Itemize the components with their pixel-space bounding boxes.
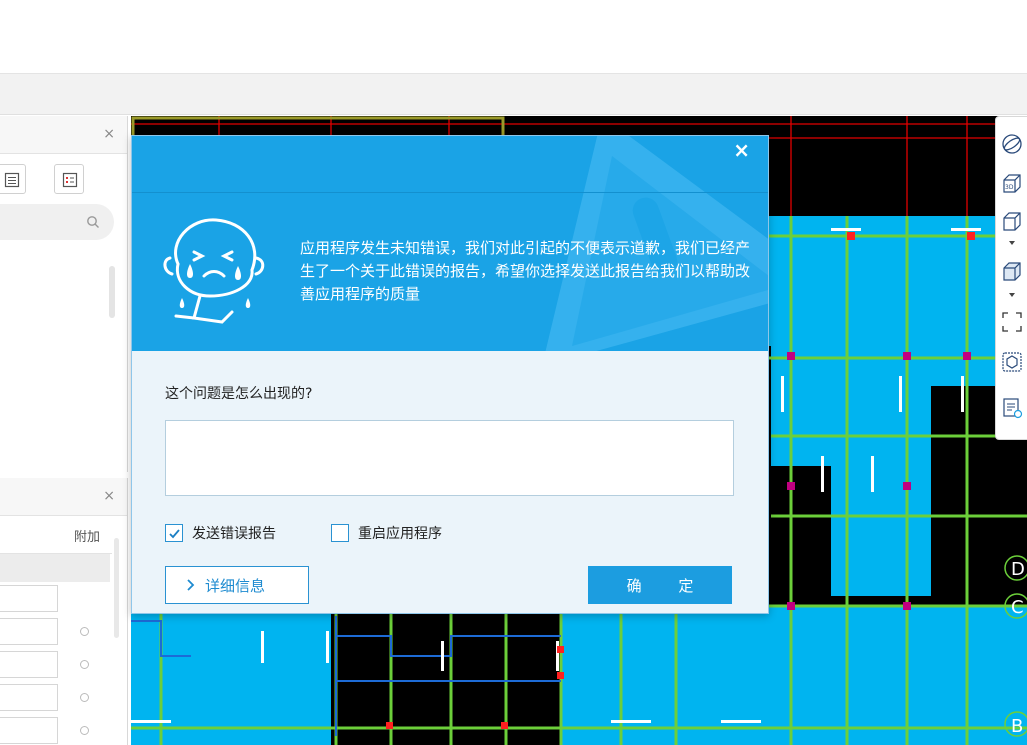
problem-description-input[interactable] [165,420,734,496]
dropdown-arrow-icon[interactable] [1008,239,1016,247]
selection-frame-icon[interactable] [1001,311,1023,333]
attach-radio[interactable] [80,726,89,735]
detail-view-icon[interactable] [54,164,84,194]
axis-label-b: B [1011,716,1023,737]
send-report-label: 发送错误报告 [192,526,276,542]
question-label: 这个问题是怎么出现的? [165,386,313,402]
box-icon[interactable] [1001,351,1023,373]
table-header: 附加 [0,516,112,554]
error-report-dialog: × 应用程序发生未知错误，我们对此引起的不便表示道歉，我们已经产生了一个关于此错… [131,135,769,614]
table-cell-input[interactable] [0,684,58,711]
table-cell-input[interactable] [0,717,58,744]
close-icon[interactable]: × [103,488,115,504]
orbit-icon[interactable] [1001,133,1023,155]
svg-text:3D: 3D [1005,184,1014,191]
column-header-attach: 附加 [73,530,100,545]
close-icon[interactable]: × [103,126,115,142]
view-toolbar: 3D [995,116,1027,440]
left-panel-bottom: × 附加 [0,478,128,745]
panel-header: × [0,116,127,154]
layer-settings-icon[interactable] [1001,397,1023,419]
scrollbar[interactable] [109,266,115,318]
details-button-label: 详细信息 [205,576,266,595]
axis-label-d: D [1011,559,1025,580]
checkbox-checked-icon[interactable] [165,524,183,542]
error-message: 应用程序发生未知错误，我们对此引起的不便表示道歉，我们已经产生了一个关于此错误的… [300,239,751,303]
checkbox-unchecked-icon[interactable] [331,524,349,542]
3d-view-icon[interactable]: 3D [1001,173,1023,195]
dropdown-arrow-icon[interactable] [1008,291,1016,299]
table-cell-input[interactable] [0,651,58,678]
axis-label-c: C [1011,597,1024,618]
crying-mascot-icon [163,218,265,324]
close-icon[interactable]: × [733,138,750,162]
scrollbar[interactable] [114,538,119,638]
left-panel-top: × [0,116,128,472]
restart-app-checkbox[interactable]: 重启应用程序 [331,523,442,543]
cube-solid-icon[interactable] [1001,261,1023,283]
title-bar [0,0,1027,73]
table-group-row [0,554,110,582]
panel-header: × [0,478,127,516]
table-cell-input[interactable] [0,585,58,612]
ok-button[interactable]: 确 定 [588,566,732,604]
cube-view-icon[interactable] [1001,211,1023,233]
ribbon-toolbar [0,73,1027,115]
restart-app-label: 重启应用程序 [358,526,442,542]
search-input[interactable] [0,204,114,240]
header-divider [132,192,768,193]
dialog-header: × 应用程序发生未知错误，我们对此引起的不便表示道歉，我们已经产生了一个关于此错… [132,136,768,351]
send-report-checkbox[interactable]: 发送错误报告 [165,523,276,543]
attach-radio[interactable] [80,693,89,702]
attach-radio[interactable] [80,627,89,636]
table-cell-input[interactable] [0,618,58,645]
list-view-icon[interactable] [0,164,26,194]
details-button[interactable]: 详细信息 [165,566,309,604]
chevron-right-icon [187,579,195,591]
attach-radio[interactable] [80,660,89,669]
search-icon[interactable] [86,215,100,229]
